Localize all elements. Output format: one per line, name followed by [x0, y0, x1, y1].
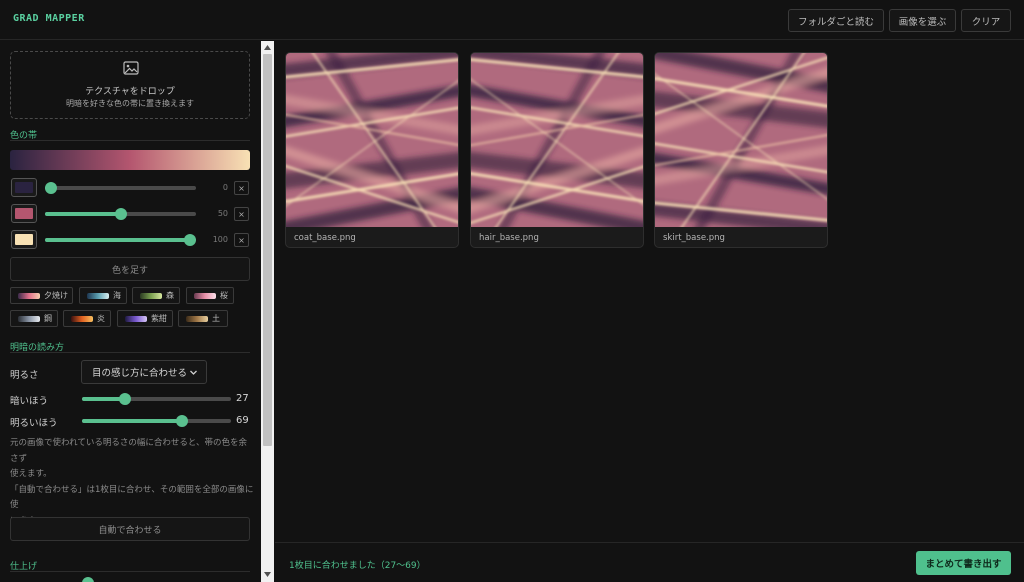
- preset-swatch: [186, 315, 208, 322]
- preset-flame[interactable]: 炎: [63, 310, 111, 327]
- image-card[interactable]: hair_base.png: [470, 52, 644, 248]
- slider-fill: [45, 212, 121, 216]
- preset-label: 鋼: [44, 314, 52, 323]
- sidebar-scrollbar[interactable]: [261, 41, 274, 582]
- dark-slider[interactable]: [82, 393, 231, 405]
- stop-color-fill: [15, 182, 33, 193]
- slider-fill: [82, 419, 182, 423]
- choose-image-button[interactable]: 画像を選ぶ: [889, 9, 956, 32]
- light-slider[interactable]: [82, 415, 231, 427]
- image-card[interactable]: skirt_base.png: [654, 52, 828, 248]
- preset-steel[interactable]: 鋼: [10, 310, 58, 327]
- slider-thumb[interactable]: [184, 234, 196, 246]
- preset-swatch: [18, 315, 40, 322]
- preset-forest[interactable]: 森: [132, 287, 180, 304]
- image-filename: skirt_base.png: [663, 233, 725, 243]
- stop-value: 0: [222, 183, 228, 192]
- preset-sunset[interactable]: 夕焼け: [10, 287, 73, 304]
- preset-label: 海: [113, 291, 121, 300]
- preset-label: 桜: [220, 291, 228, 300]
- brightness-select[interactable]: 目の感じ方に合わせる: [81, 360, 207, 384]
- stop-color-swatch[interactable]: [11, 230, 37, 249]
- stop-color-fill: [15, 234, 33, 245]
- dropzone-title: テクスチャをドロップ: [85, 87, 175, 97]
- preset-swatch: [87, 292, 109, 299]
- slider-fill: [45, 238, 190, 242]
- brightness-label: 明るさ: [10, 370, 39, 381]
- image-filename: coat_base.png: [294, 233, 356, 243]
- status-footer: 1枚目に合わせました（27〜69） まとめて書き出す: [275, 542, 1024, 582]
- stop-value: 100: [212, 235, 228, 244]
- preset-label: 紫紺: [151, 314, 167, 323]
- texture-preview: [286, 53, 459, 227]
- divider: [10, 352, 250, 353]
- light-value: 69: [236, 415, 249, 426]
- remove-stop-button[interactable]: ×: [234, 207, 249, 221]
- chevron-down-icon: [190, 370, 197, 375]
- preset-earth[interactable]: 土: [178, 310, 228, 327]
- stop-color-swatch[interactable]: [11, 178, 37, 197]
- slider-thumb[interactable]: [45, 182, 57, 194]
- image-card[interactable]: coat_base.png: [285, 52, 459, 248]
- slider-thumb[interactable]: [82, 577, 94, 582]
- slider-thumb[interactable]: [119, 393, 131, 405]
- slider-thumb[interactable]: [176, 415, 188, 427]
- add-color-button[interactable]: 色を足す: [10, 257, 250, 281]
- preset-swatch: [194, 292, 216, 299]
- dark-label: 暗いほう: [10, 396, 49, 407]
- stop-value: 50: [217, 209, 228, 218]
- stop-position-slider[interactable]: [45, 234, 196, 246]
- preset-sea[interactable]: 海: [79, 287, 127, 304]
- light-label: 明るいほう: [10, 418, 58, 429]
- image-filename: hair_base.png: [479, 233, 539, 243]
- auto-fit-button[interactable]: 自動で合わせる: [10, 517, 250, 541]
- slider-thumb[interactable]: [115, 208, 127, 220]
- dark-value: 27: [236, 393, 249, 404]
- help-line: 元の画像で使われている明るさの幅に合わせると、帯の色を余さず: [10, 438, 247, 464]
- clear-button[interactable]: クリア: [961, 9, 1011, 32]
- preset-label: 夕焼け: [44, 291, 68, 300]
- texture-dropzone[interactable]: テクスチャをドロップ 明暗を好きな色の帯に置き換えます: [10, 51, 250, 119]
- image-grid: coat_base.png hair_base.png skirt_base.p…: [275, 41, 1024, 542]
- dropzone-subtitle: 明暗を好きな色の帯に置き換えます: [66, 99, 194, 108]
- scroll-down-icon[interactable]: [264, 572, 271, 577]
- preset-swatch: [18, 292, 40, 299]
- app-title: GRAD MAPPER: [13, 13, 85, 24]
- texture-preview: [471, 53, 644, 227]
- divider: [10, 140, 250, 141]
- status-text: 1枚目に合わせました（27〜69）: [289, 561, 426, 571]
- texture-preview: [655, 53, 828, 227]
- brightness-select-value: 目の感じ方に合わせる: [92, 368, 188, 379]
- scroll-thumb[interactable]: [263, 54, 272, 446]
- preset-navy-purple[interactable]: 紫紺: [117, 310, 173, 327]
- help-line: 「自動で合わせる」は1枚目に合わせ、その範囲を全部の画像に使: [10, 484, 254, 511]
- image-icon: [123, 61, 139, 75]
- stop-color-fill: [15, 208, 33, 219]
- stop-color-swatch[interactable]: [11, 204, 37, 223]
- preset-label: 土: [212, 314, 220, 323]
- preset-swatch: [140, 292, 162, 299]
- preset-swatch: [125, 315, 147, 322]
- sidebar: テクスチャをドロップ 明暗を好きな色の帯に置き換えます 色の帯 0 × 50 ×…: [0, 41, 260, 582]
- slider-track: [45, 186, 196, 190]
- stop-position-slider[interactable]: [45, 208, 196, 220]
- stop-position-slider[interactable]: [45, 182, 196, 194]
- app-header: GRAD MAPPER フォルダごと読む 画像を選ぶ クリア: [0, 0, 1024, 40]
- gradient-preview: [10, 150, 250, 170]
- preset-label: 炎: [97, 314, 105, 323]
- remove-stop-button[interactable]: ×: [234, 233, 249, 247]
- finish-slider[interactable]: [82, 577, 231, 582]
- help-line: 使えます。: [10, 469, 52, 479]
- load-folder-button[interactable]: フォルダごと読む: [788, 9, 884, 32]
- export-all-button[interactable]: まとめて書き出す: [916, 551, 1011, 575]
- scroll-up-icon[interactable]: [264, 45, 271, 50]
- divider: [10, 571, 250, 572]
- preset-swatch: [71, 315, 93, 322]
- preset-sakura[interactable]: 桜: [186, 287, 234, 304]
- preset-label: 森: [166, 291, 174, 300]
- remove-stop-button[interactable]: ×: [234, 181, 249, 195]
